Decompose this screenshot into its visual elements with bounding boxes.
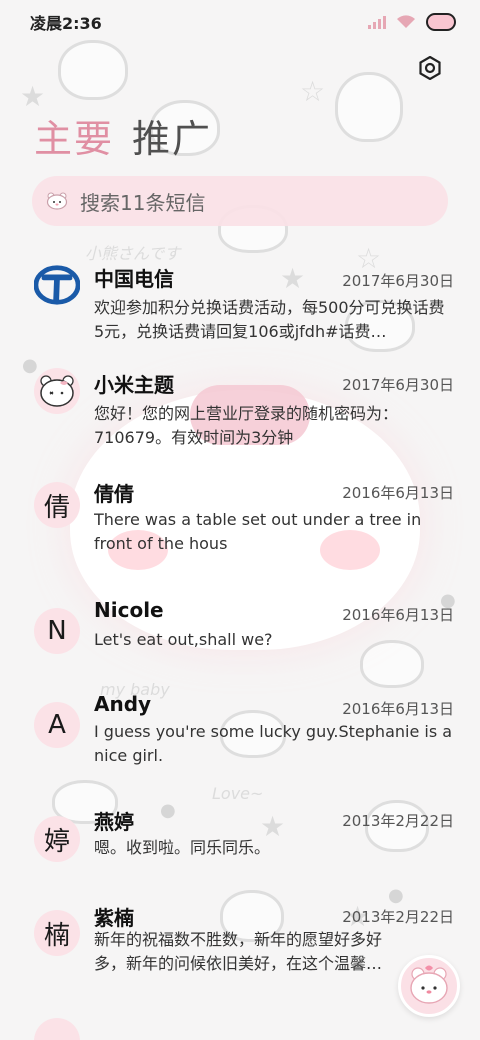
message-date: 2016年6月13日 bbox=[342, 606, 454, 624]
conversation-item[interactable]: 婷 燕婷 2013年2月22日 嗯。收到啦。同乐同乐。 bbox=[0, 806, 480, 902]
conversation-item[interactable]: 小米主题 2017年6月30日 您好！您的网上营业厅登录的随机密码为：71067… bbox=[0, 360, 480, 478]
avatar: 倩 bbox=[34, 482, 80, 528]
conversation-item-partial[interactable] bbox=[0, 1012, 480, 1040]
header: 主要 推广 bbox=[0, 44, 480, 164]
message-date: 2017年6月30日 bbox=[342, 376, 454, 394]
status-time: 凌晨2:36 bbox=[30, 14, 102, 33]
sender-name: Nicole bbox=[94, 598, 164, 622]
message-date: 2016年6月13日 bbox=[342, 484, 454, 502]
china-telecom-logo-icon bbox=[34, 265, 80, 305]
signal-icon bbox=[368, 15, 386, 29]
tab-main[interactable]: 主要 bbox=[34, 108, 114, 163]
message-preview: I guess you're some lucky guy.Stephanie … bbox=[94, 722, 453, 765]
message-date: 2016年6月13日 bbox=[342, 700, 454, 718]
sender-name: 燕婷 bbox=[94, 810, 134, 834]
conversation-item[interactable]: A Andy 2016年6月13日 I guess you're some lu… bbox=[0, 690, 480, 806]
avatar: 婷 bbox=[34, 816, 80, 862]
avatar bbox=[34, 262, 80, 308]
tab-promotions[interactable]: 推广 bbox=[132, 108, 212, 163]
message-preview: 嗯。收到啦。同乐同乐。 bbox=[94, 838, 271, 857]
sender-name: 中国电信 bbox=[94, 267, 174, 291]
bear-avatar-icon bbox=[40, 375, 74, 407]
avatar: N bbox=[34, 608, 80, 654]
conversation-item[interactable]: 中国电信 2017年6月30日 欢迎参加积分兑换话费活动，每500分可兑换话费5… bbox=[0, 250, 480, 360]
conversation-item[interactable]: N Nicole 2016年6月13日 Let's eat out,shall … bbox=[0, 594, 480, 690]
tab-bar: 主要 推广 bbox=[34, 108, 212, 163]
sender-name: 紫楠 bbox=[94, 906, 134, 930]
message-preview: There was a table set out under a tree i… bbox=[94, 510, 422, 553]
message-preview: 欢迎参加积分兑换话费活动，每500分可兑换话费5元，兑换话费请回复106或jfd… bbox=[94, 298, 445, 341]
avatar bbox=[34, 1018, 80, 1040]
avatar: A bbox=[34, 702, 80, 748]
message-preview: 新年的祝福数不胜数，新年的愿望好多好多，新年的问候依旧美好，在这个温馨的时 bbox=[94, 930, 383, 973]
search-input[interactable]: 搜索11条短信 bbox=[80, 187, 205, 216]
message-date: 2017年6月30日 bbox=[342, 272, 454, 290]
message-preview: Let's eat out,shall we? bbox=[94, 630, 273, 649]
sender-name: 小米主题 bbox=[94, 373, 174, 397]
bear-compose-icon bbox=[410, 965, 448, 1004]
avatar bbox=[34, 368, 80, 414]
compose-button[interactable] bbox=[398, 955, 460, 1017]
sender-name: 倩倩 bbox=[94, 482, 134, 506]
conversation-item[interactable]: 倩 倩倩 2016年6月13日 There was a table set ou… bbox=[0, 478, 480, 594]
message-preview: 您好！您的网上营业厅登录的随机密码为：710679。有效时间为3分钟 bbox=[94, 404, 399, 447]
avatar: 楠 bbox=[34, 910, 80, 956]
search-bar[interactable]: 搜索11条短信 bbox=[32, 176, 448, 226]
settings-icon[interactable] bbox=[418, 56, 442, 80]
message-date: 2013年2月22日 bbox=[342, 812, 454, 830]
bear-search-icon bbox=[46, 192, 68, 210]
battery-icon bbox=[426, 13, 456, 31]
message-list: 中国电信 2017年6月30日 欢迎参加积分兑换话费活动，每500分可兑换话费5… bbox=[0, 250, 480, 1040]
message-date: 2013年2月22日 bbox=[342, 908, 454, 926]
sender-name: Andy bbox=[94, 692, 152, 716]
wifi-icon bbox=[397, 15, 415, 28]
status-icons bbox=[368, 13, 456, 31]
status-bar: 凌晨2:36 bbox=[0, 0, 480, 44]
